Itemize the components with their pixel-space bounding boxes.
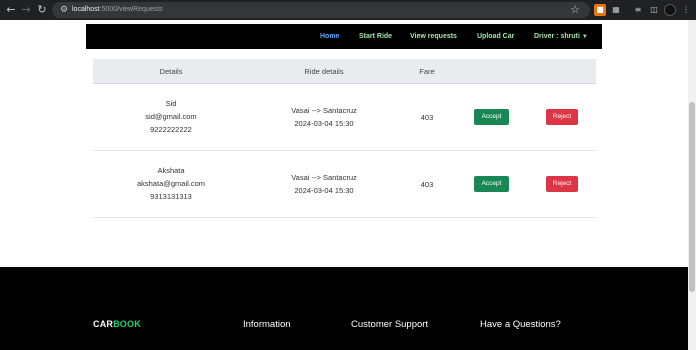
nav-view-requests[interactable]: View requests xyxy=(410,24,457,49)
table-header: Details Ride details Fare xyxy=(93,59,596,84)
header-details: Details xyxy=(159,67,183,76)
scrollbar-thumb[interactable] xyxy=(689,102,695,292)
rider-phone: 9222222222 xyxy=(150,125,192,134)
page-scrollbar[interactable] xyxy=(688,20,696,350)
ride-details: Vasai --> Santacruz 2024-03-04 15:30 xyxy=(274,171,374,197)
rider-name: Akshata xyxy=(157,166,185,175)
ride-datetime: 2024-03-04 15:30 xyxy=(294,119,354,128)
logo-part-book: BOOK xyxy=(113,319,141,329)
table-row: Sid sid@gmail.com 9222222222 Vasai --> S… xyxy=(93,84,596,151)
header-ride-details: Ride details xyxy=(304,67,344,76)
caret-down-icon: ▼ xyxy=(581,34,588,40)
rider-phone: 9313131313 xyxy=(150,192,192,201)
top-navbar: Home Start Ride View requests Upload Car… xyxy=(86,24,602,49)
reload-icon[interactable]: ↻ xyxy=(35,3,49,17)
footer-heading-customer-support: Customer Support xyxy=(351,319,429,330)
ride-route: Vasai --> Santacruz xyxy=(291,106,357,115)
reject-button[interactable]: Reject xyxy=(546,176,578,192)
accept-button[interactable]: Accept xyxy=(474,109,509,125)
side-panel-icon[interactable]: ◫ xyxy=(648,4,660,16)
rider-details: Sid sid@gmail.com 9222222222 xyxy=(121,97,221,136)
nav-home[interactable]: Home xyxy=(320,24,339,49)
rider-details: Akshata akshata@gmail.com 9313131313 xyxy=(121,164,221,203)
logo-part-car: CAR xyxy=(93,319,114,329)
forward-icon[interactable]: → xyxy=(19,3,33,17)
driver-label: Driver : shruti xyxy=(534,33,580,40)
back-icon[interactable]: ← xyxy=(4,3,18,17)
reject-button[interactable]: Reject xyxy=(546,109,578,125)
extension-icon[interactable]: ■ xyxy=(594,4,606,16)
ride-fare: 403 xyxy=(420,113,434,122)
url-path: :5000/viewRequests xyxy=(99,6,163,13)
nav-start-ride[interactable]: Start Ride xyxy=(359,24,392,49)
ride-details: Vasai --> Santacruz 2024-03-04 15:30 xyxy=(274,104,374,130)
site-info-icon[interactable]: ⚙ xyxy=(58,4,70,16)
nav-upload-car[interactable]: Upload Car xyxy=(477,24,514,49)
url-text[interactable]: localhost:5000/viewRequests xyxy=(72,2,163,18)
footer-heading-information: Information xyxy=(243,319,291,330)
extensions-puzzle-icon[interactable]: ▦ xyxy=(610,4,622,16)
rider-name: Sid xyxy=(165,99,177,108)
ride-fare: 403 xyxy=(420,180,434,189)
reading-list-icon[interactable]: ≡ xyxy=(632,4,644,16)
footer-heading-questions: Have a Questions? xyxy=(480,319,561,330)
rider-email: sid@gmail.com xyxy=(145,112,197,121)
footer: CARBOOK Information Customer Support Hav… xyxy=(0,267,688,350)
address-bar[interactable]: ⚙ localhost:5000/viewRequests ☆ xyxy=(52,2,590,18)
ride-route: Vasai --> Santacruz xyxy=(291,173,357,182)
table-row: Akshata akshata@gmail.com 9313131313 Vas… xyxy=(93,151,596,218)
ride-datetime: 2024-03-04 15:30 xyxy=(294,186,354,195)
profile-avatar[interactable] xyxy=(664,4,676,16)
header-fare: Fare xyxy=(419,67,435,76)
rider-email: akshata@gmail.com xyxy=(136,179,206,188)
footer-logo[interactable]: CARBOOK xyxy=(93,319,141,329)
accept-button[interactable]: Accept xyxy=(474,176,509,192)
page-viewport: Home Start Ride View requests Upload Car… xyxy=(0,20,688,350)
nav-driver-dropdown[interactable]: Driver : shruti ▼ xyxy=(534,24,588,49)
menu-kebab-icon[interactable]: ⋮ xyxy=(680,4,692,16)
url-host: localhost xyxy=(72,6,100,13)
browser-toolbar: ← → ↻ ⚙ localhost:5000/viewRequests ☆ ■ … xyxy=(0,0,696,20)
bookmark-star-icon[interactable]: ☆ xyxy=(570,3,580,17)
